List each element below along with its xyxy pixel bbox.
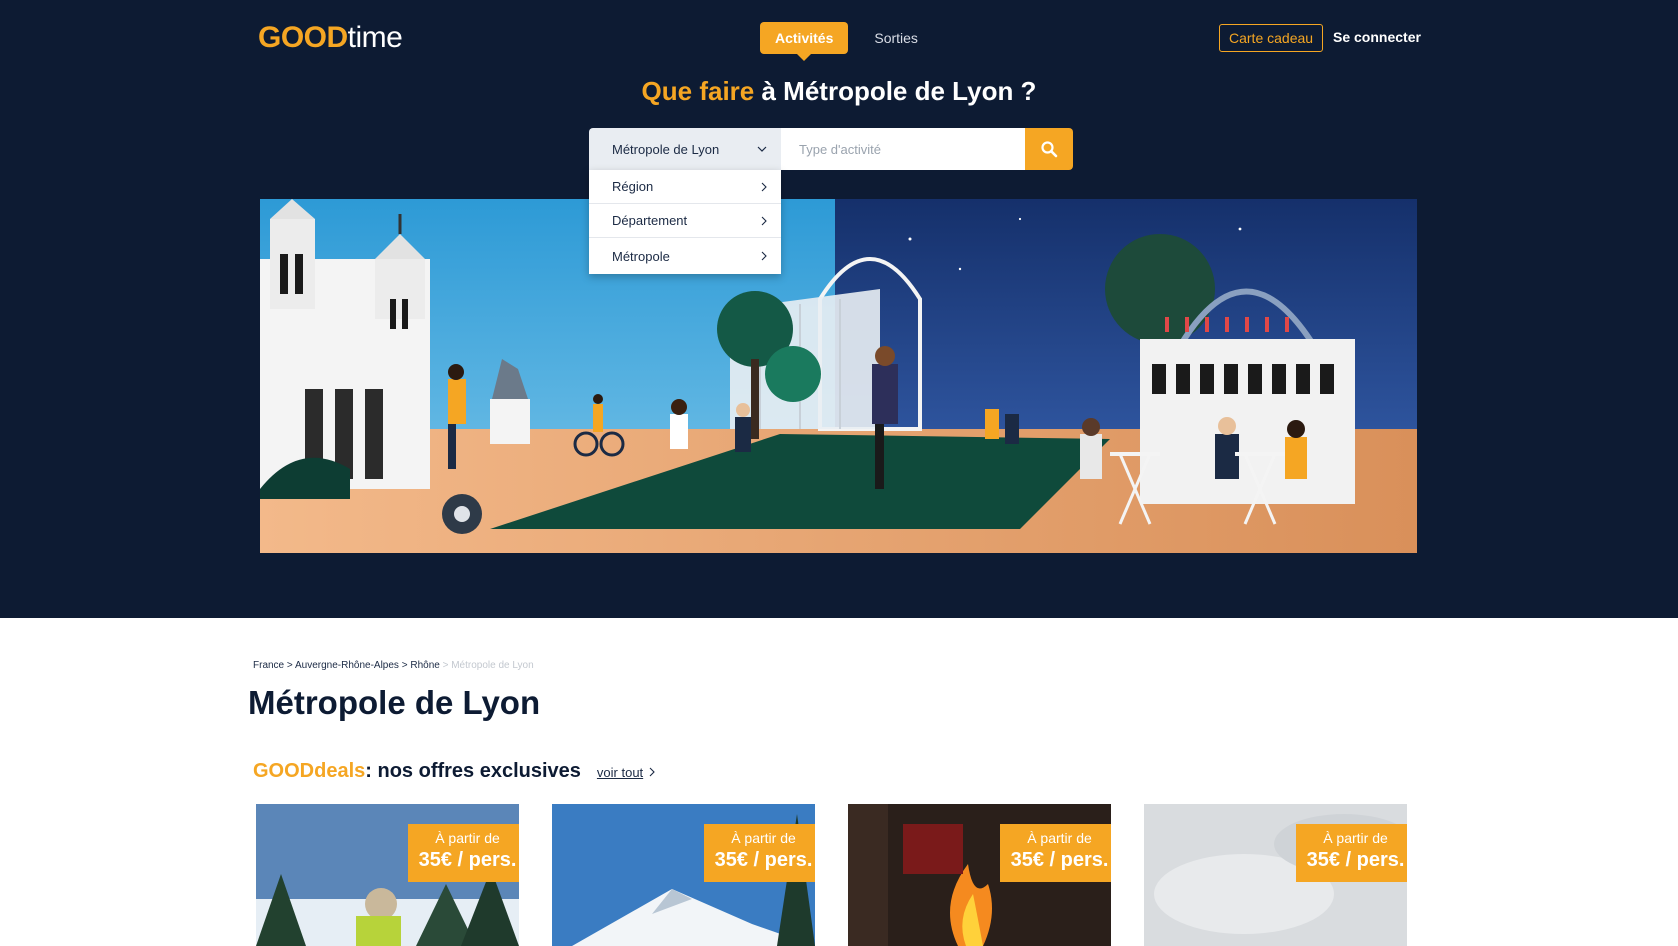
main-nav: Activités Sorties bbox=[760, 22, 918, 61]
deal-card[interactable]: À partir de 35€ / pers. bbox=[1144, 804, 1407, 946]
deals-heading: GOODdeals : nos offres exclusives voir t… bbox=[253, 760, 655, 783]
lyon-illustration bbox=[260, 199, 1417, 553]
price-badge: À partir de 35€ / pers. bbox=[408, 824, 519, 882]
chevron-right-icon bbox=[761, 182, 767, 192]
price-from: À partir de bbox=[435, 830, 500, 846]
location-dropdown: Région Département Métropole bbox=[589, 170, 781, 274]
deals-title-highlight: GOODdeals bbox=[253, 760, 366, 782]
chevron-down-icon bbox=[757, 146, 767, 152]
price-amount: 35€ / pers. bbox=[418, 849, 517, 871]
goodtime-logo[interactable]: GOOD time bbox=[258, 18, 403, 58]
price-from: À partir de bbox=[1323, 830, 1388, 846]
price-amount: 35€ / pers. bbox=[1306, 849, 1405, 871]
see-all-link[interactable]: voir tout bbox=[597, 765, 643, 780]
dropdown-item-label: Métropole bbox=[612, 248, 670, 264]
logo-good: GOOD bbox=[258, 21, 348, 54]
deal-card[interactable]: À partir de 35€ / pers. bbox=[552, 804, 815, 946]
breadcrumb-departement[interactable]: Rhône bbox=[410, 660, 439, 671]
breadcrumb: France > Auvergne-Rhône-Alpes > Rhône > … bbox=[253, 660, 534, 671]
deal-card[interactable]: À partir de 35€ / pers. bbox=[848, 804, 1111, 946]
logo-time: time bbox=[347, 21, 403, 54]
price-amount: 35€ / pers. bbox=[714, 849, 813, 871]
activity-type-input[interactable] bbox=[781, 128, 1025, 170]
chevron-right-icon bbox=[761, 251, 767, 261]
chevron-right-icon bbox=[761, 216, 767, 226]
breadcrumb-separator: > bbox=[439, 660, 452, 671]
price-badge: À partir de 35€ / pers. bbox=[704, 824, 815, 882]
deal-card[interactable]: À partir de 35€ / pers. bbox=[256, 804, 519, 946]
deals-title-rest: : nos offres exclusives bbox=[365, 760, 581, 782]
dropdown-item-departement[interactable]: Département bbox=[589, 204, 781, 238]
breadcrumb-separator: > bbox=[398, 660, 411, 671]
login-link[interactable]: Se connecter bbox=[1333, 29, 1421, 45]
gift-card-button[interactable]: Carte cadeau bbox=[1219, 24, 1324, 52]
breadcrumb-france[interactable]: France bbox=[253, 660, 284, 671]
price-amount: 35€ / pers. bbox=[1010, 849, 1109, 871]
search-button[interactable] bbox=[1025, 128, 1073, 170]
chevron-right-icon bbox=[649, 767, 655, 777]
lyon-illustration-banner bbox=[260, 199, 1417, 553]
price-badge: À partir de 35€ / pers. bbox=[1000, 824, 1111, 882]
headline-rest: à Métropole de Lyon ? bbox=[754, 76, 1037, 106]
nav-activites[interactable]: Activités bbox=[760, 22, 849, 61]
dropdown-item-label: Département bbox=[612, 213, 688, 228]
dropdown-item-label: Région bbox=[612, 179, 654, 194]
dropdown-item-region[interactable]: Région bbox=[589, 170, 781, 204]
breadcrumb-region[interactable]: Auvergne-Rhône-Alpes bbox=[295, 660, 399, 671]
search-icon bbox=[1040, 140, 1058, 158]
search-bar: Métropole de Lyon bbox=[589, 128, 1073, 170]
hero-headline: Que faire à Métropole de Lyon ? bbox=[0, 76, 1678, 107]
page-title: Métropole de Lyon bbox=[248, 684, 541, 721]
price-from: À partir de bbox=[731, 830, 796, 846]
headline-highlight: Que faire bbox=[641, 76, 755, 106]
location-select-value: Métropole de Lyon bbox=[612, 141, 720, 157]
deals-cards: À partir de 35€ / pers. À partir de 35€ … bbox=[256, 804, 1407, 946]
dropdown-item-metropole[interactable]: Métropole bbox=[589, 238, 781, 274]
breadcrumb-current: Métropole de Lyon bbox=[451, 660, 534, 671]
breadcrumb-separator: > bbox=[284, 660, 295, 671]
location-select[interactable]: Métropole de Lyon bbox=[589, 128, 781, 170]
price-badge: À partir de 35€ / pers. bbox=[1296, 824, 1407, 882]
price-from: À partir de bbox=[1027, 830, 1092, 846]
hero-section: GOOD time Activités Sorties Carte cadeau … bbox=[0, 0, 1678, 618]
nav-sorties[interactable]: Sorties bbox=[874, 30, 918, 46]
